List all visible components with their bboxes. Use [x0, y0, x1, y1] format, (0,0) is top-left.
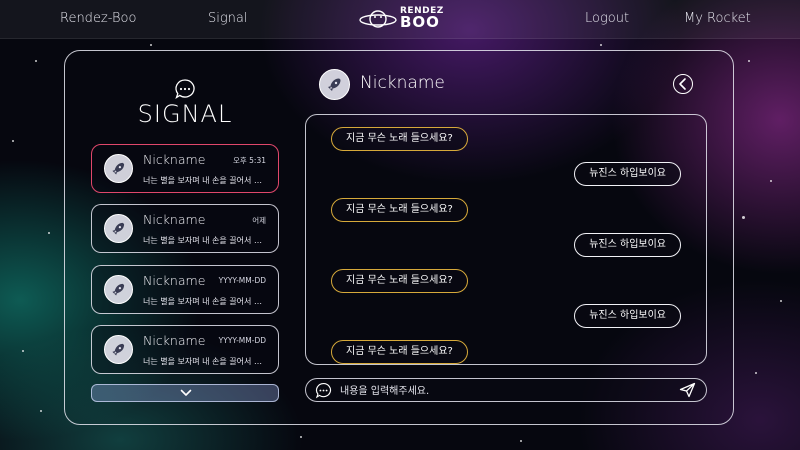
nav-home-link[interactable]: Rendez-Boo: [60, 11, 136, 26]
conversation-card[interactable]: Nickname YYYY-MM-DD 너는 별을 보자며 내 손을 끌어서 단…: [91, 325, 279, 374]
star: [12, 140, 14, 142]
incoming-message: 지금 무슨 노래 들으세요?: [331, 127, 468, 151]
star: [40, 410, 42, 412]
conversation-preview: 너는 별을 보자며 내 손을 끌어서 단 ...: [143, 176, 269, 185]
conversation-time: YYYY-MM-DD: [218, 276, 266, 285]
rocket-icon: [112, 343, 125, 356]
incoming-message: 지금 무슨 노래 들으세요?: [331, 340, 468, 364]
message-composer: [305, 378, 707, 402]
star: [742, 216, 745, 219]
nav-my-rocket-link[interactable]: My Rocket: [684, 11, 751, 26]
incoming-message: 지금 무슨 노래 들으세요?: [331, 269, 468, 293]
outgoing-message: 뉴진스 하입보이요: [574, 162, 681, 186]
conversation-card[interactable]: Nickname YYYY-MM-DD 너는 별을 보자며 내 손을 끌어서 단…: [91, 265, 279, 314]
nav-logout-link[interactable]: Logout: [585, 11, 629, 26]
conversation-card[interactable]: Nickname 오후 5:31 너는 별을 보자며 내 손을 끌어서 단 ..…: [91, 144, 279, 193]
logo-text-bottom: BOO: [400, 13, 440, 31]
partner-name: Nickname: [360, 73, 445, 93]
app-logo[interactable]: RENDEZ BOO: [358, 5, 448, 33]
star: [150, 44, 152, 46]
conversation-time: YYYY-MM-DD: [218, 336, 266, 345]
conversation-name: Nickname: [143, 212, 206, 227]
outgoing-message: 뉴진스 하입보이요: [574, 304, 681, 328]
rocket-icon: [328, 78, 341, 91]
conversation-preview: 너는 별을 보자며 내 손을 끌어서 단 ...: [143, 357, 269, 366]
star: [600, 44, 602, 46]
logo-wordmark: RENDEZ BOO: [400, 6, 444, 31]
star: [755, 372, 757, 374]
partner-avatar: [319, 69, 350, 100]
incoming-message: 지금 무슨 노래 들으세요?: [331, 198, 468, 222]
conversation-preview: 너는 별을 보자며 내 손을 끌어서 단 ...: [143, 297, 269, 306]
rocket-avatar: [104, 214, 133, 243]
star: [22, 350, 24, 352]
star: [300, 436, 302, 438]
signal-title: SIGNAL: [137, 100, 233, 128]
back-arrow-icon: [679, 78, 686, 90]
conversation-name: Nickname: [143, 273, 206, 288]
rocket-avatar: [104, 275, 133, 304]
conversation-time: 오후 5:31: [232, 156, 266, 165]
conversation-card[interactable]: Nickname 어제 너는 별을 보자며 내 손을 끌어서 단 ...: [91, 204, 279, 253]
message-input[interactable]: [338, 381, 662, 401]
star: [780, 300, 782, 302]
star: [48, 232, 50, 234]
conversation-name: Nickname: [143, 152, 206, 167]
back-button[interactable]: [673, 74, 693, 94]
conversation-preview: 너는 별을 보자며 내 손을 끌어서 단 ...: [143, 236, 269, 245]
star: [748, 60, 750, 62]
conversation-name: Nickname: [143, 333, 206, 348]
conversation-time: 어제: [252, 216, 266, 225]
load-more-button[interactable]: [91, 384, 279, 402]
outgoing-message: 뉴진스 하입보이요: [574, 233, 681, 257]
nav-signal-link[interactable]: Signal: [208, 11, 247, 26]
rocket-icon: [112, 222, 125, 235]
send-icon[interactable]: [679, 382, 696, 398]
rocket-icon: [112, 162, 125, 175]
chevron-down-icon: [180, 389, 192, 396]
rocket-icon: [112, 283, 125, 296]
top-navigation-bar: Rendez-Boo Signal RENDEZ BOO Logout My R…: [0, 0, 800, 39]
chat-bubble-icon: [315, 382, 332, 399]
rocket-avatar: [104, 335, 133, 364]
star: [770, 180, 772, 182]
star: [35, 60, 37, 62]
star: [520, 440, 522, 442]
chat-bubble-icon: [175, 79, 195, 100]
planet-logo-icon: [359, 10, 397, 28]
message-list[interactable]: 지금 무슨 노래 들으세요? 뉴진스 하입보이요 지금 무슨 노래 들으세요? …: [305, 114, 707, 365]
rocket-avatar: [104, 154, 133, 183]
